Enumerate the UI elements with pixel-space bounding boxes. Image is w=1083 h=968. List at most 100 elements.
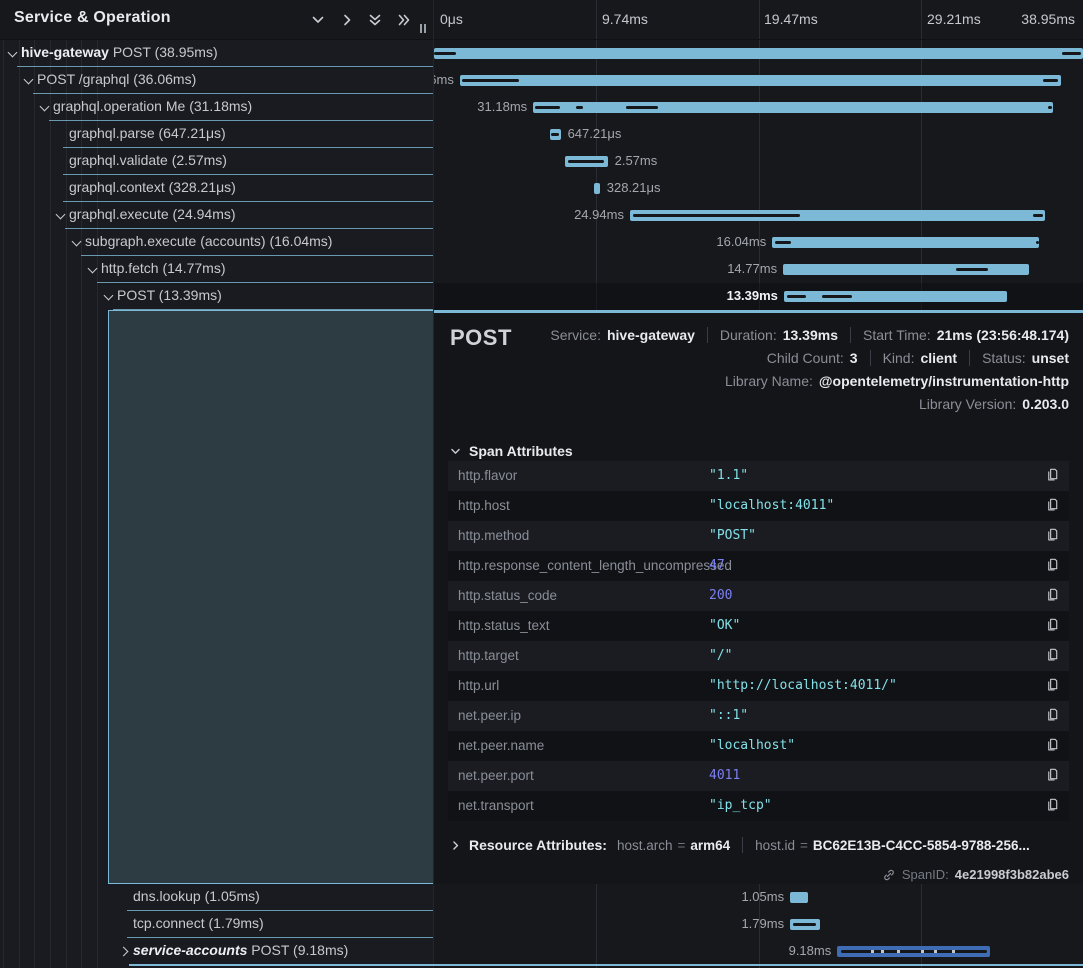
- span-duration-label: 36.06ms: [434, 72, 454, 87]
- span-tree-row[interactable]: graphql.operation Me (31.18ms): [0, 94, 434, 121]
- copy-icon[interactable]: [1043, 617, 1061, 635]
- span-tree-row[interactable]: POST /graphql (36.06ms): [0, 67, 434, 94]
- meta-value: 21ms (23:56:48.174): [937, 327, 1069, 343]
- attribute-row: net.peer.port 4011: [448, 761, 1069, 791]
- expand-chevron-icon[interactable]: [23, 75, 34, 86]
- attribute-row: http.flavor "1.1": [448, 461, 1069, 491]
- expand-chevron-icon[interactable]: [55, 210, 66, 221]
- resource-attributes-row[interactable]: Resource Attributes: host.arch=arm64host…: [450, 837, 1030, 853]
- span-timeline-row[interactable]: 328.21μs: [434, 175, 1083, 202]
- span-bar[interactable]: [594, 183, 599, 194]
- attribute-key: http.method: [458, 528, 529, 543]
- span-bar[interactable]: [533, 102, 1053, 113]
- span-tree-row[interactable]: subgraph.execute (accounts) (16.04ms): [0, 229, 434, 256]
- span-bar[interactable]: [460, 75, 1061, 86]
- span-tree-row[interactable]: graphql.parse (647.21μs): [0, 121, 434, 148]
- attribute-key: net.peer.name: [458, 738, 544, 753]
- span-timeline-row[interactable]: 36.06ms: [434, 67, 1083, 94]
- span-bar[interactable]: [434, 48, 1083, 59]
- copy-icon[interactable]: [1043, 707, 1061, 725]
- resource-divider: [742, 837, 743, 853]
- span-bar[interactable]: [783, 264, 1029, 275]
- span-tree-row[interactable]: dns.lookup (1.05ms): [0, 884, 434, 911]
- meta-line: Library Name:@opentelemetry/instrumentat…: [725, 373, 1069, 389]
- expand-chevron-icon[interactable]: [7, 48, 18, 59]
- meta-divider: [969, 350, 970, 366]
- copy-icon[interactable]: [1043, 647, 1061, 665]
- attribute-value: "1.1": [709, 468, 748, 483]
- span-tree-row[interactable]: graphql.validate (2.57ms): [0, 148, 434, 175]
- span-attributes-toggle[interactable]: Span Attributes: [450, 443, 573, 459]
- span-bar[interactable]: [784, 291, 1007, 302]
- expand-chevron-icon[interactable]: [71, 237, 82, 248]
- copy-icon[interactable]: [1043, 497, 1061, 515]
- span-timeline-row[interactable]: 31.18ms: [434, 94, 1083, 121]
- meta-label: Status:: [982, 350, 1026, 366]
- span-timeline-row[interactable]: 9.18ms: [434, 938, 1083, 965]
- span-tree-row[interactable]: graphql.execute (24.94ms): [0, 202, 434, 229]
- span-operation-name: graphql.parse (647.21μs): [69, 125, 226, 141]
- span-tree-row[interactable]: http.fetch (14.77ms): [0, 256, 434, 283]
- span-bar[interactable]: [565, 156, 608, 167]
- span-label: graphql.validate (2.57ms): [69, 152, 227, 168]
- span-tree-row[interactable]: hive-gateway POST (38.95ms): [0, 40, 434, 67]
- span-bar[interactable]: [630, 210, 1046, 221]
- copy-icon[interactable]: [1043, 527, 1061, 545]
- span-bar[interactable]: [790, 892, 807, 903]
- attribute-row: net.peer.ip "::1": [448, 701, 1069, 731]
- span-timeline-row[interactable]: 1.05ms: [434, 884, 1083, 911]
- attribute-key: net.peer.port: [458, 768, 534, 783]
- span-bar[interactable]: [790, 919, 820, 930]
- copy-icon[interactable]: [1043, 797, 1061, 815]
- span-timeline-row[interactable]: 24.94ms: [434, 202, 1083, 229]
- span-tree-row[interactable]: tcp.connect (1.79ms): [0, 911, 434, 938]
- span-timeline-row[interactable]: 16.04ms: [434, 229, 1083, 256]
- copy-icon[interactable]: [1043, 737, 1061, 755]
- resource-equals: =: [677, 838, 685, 853]
- copy-icon[interactable]: [1043, 767, 1061, 785]
- span-operation-name: graphql.validate (2.57ms): [69, 152, 227, 168]
- span-timeline-row[interactable]: 13.39ms: [434, 283, 1083, 310]
- span-tree-row[interactable]: POST (13.39ms): [0, 283, 434, 310]
- span-operation-name: subgraph.execute (accounts) (16.04ms): [85, 233, 332, 249]
- span-attributes-label: Span Attributes: [469, 443, 573, 459]
- double-chevron-right-icon[interactable]: [397, 13, 411, 27]
- panel-resize-grip[interactable]: [420, 24, 426, 33]
- span-operation-name: graphql.context (328.21μs): [69, 179, 236, 195]
- copy-icon[interactable]: [1043, 587, 1061, 605]
- copy-icon[interactable]: [1043, 557, 1061, 575]
- meta-value: 0.203.0: [1022, 396, 1069, 412]
- span-tree-row[interactable]: graphql.context (328.21μs): [0, 175, 434, 202]
- span-bar[interactable]: [550, 129, 561, 140]
- chevron-right-icon[interactable]: [340, 13, 354, 27]
- span-timeline-row[interactable]: 14.77ms: [434, 256, 1083, 283]
- meta-label: Start Time:: [863, 327, 931, 343]
- expand-chevron-icon[interactable]: [119, 946, 130, 957]
- expand-chevron-icon[interactable]: [103, 291, 114, 302]
- bar-event-dot: [881, 950, 884, 953]
- expand-chevron-icon[interactable]: [39, 102, 50, 113]
- copy-icon[interactable]: [1043, 677, 1061, 695]
- attribute-row: http.status_code 200: [448, 581, 1069, 611]
- span-timeline-row[interactable]: 38.95ms: [434, 40, 1083, 67]
- span-timeline-row[interactable]: 1.79ms: [434, 911, 1083, 938]
- span-label: POST /graphql (36.06ms): [37, 71, 196, 87]
- chevron-down-icon[interactable]: [311, 13, 325, 27]
- timeline-tick: 0μs: [440, 11, 463, 27]
- attribute-key: http.host: [458, 498, 510, 513]
- timeline-tick: 29.21ms: [927, 11, 981, 27]
- resource-key: host.arch: [617, 838, 673, 853]
- span-bar[interactable]: [772, 237, 1039, 248]
- span-tree-row[interactable]: service-accounts POST (9.18ms): [0, 938, 434, 965]
- span-label: service-accounts POST (9.18ms): [133, 942, 348, 958]
- span-timeline-row[interactable]: 2.57ms: [434, 148, 1083, 175]
- expand-chevron-icon[interactable]: [87, 264, 98, 275]
- double-chevron-down-icon[interactable]: [368, 13, 382, 27]
- copy-icon[interactable]: [1043, 467, 1061, 485]
- span-bar[interactable]: [837, 946, 990, 957]
- attribute-row: http.host "localhost:4011": [448, 491, 1069, 521]
- meta-line: Service:hive-gatewayDuration:13.39msStar…: [550, 327, 1069, 343]
- bar-child-mark: [775, 241, 792, 244]
- span-timeline-row[interactable]: 647.21μs: [434, 121, 1083, 148]
- link-icon[interactable]: [882, 868, 896, 882]
